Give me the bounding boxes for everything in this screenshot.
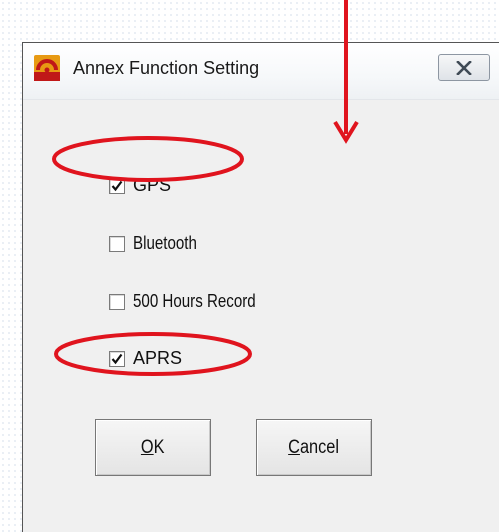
highlight-ellipse-gps [52,136,244,182]
highlight-ellipse-aprs [54,332,252,376]
annotation-overlay [52,0,359,376]
